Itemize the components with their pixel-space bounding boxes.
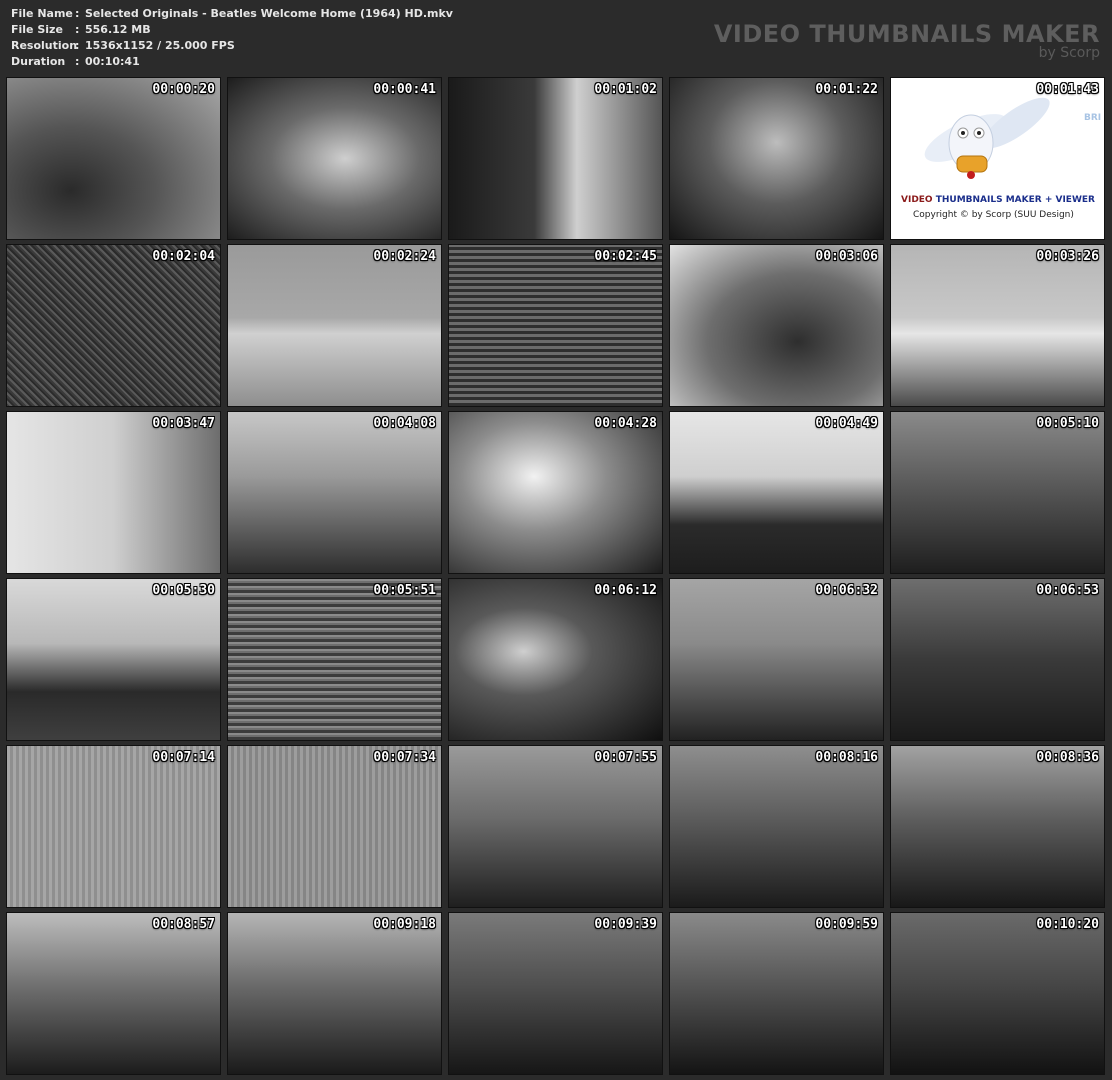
thumbnail[interactable]: 00:02:04 bbox=[6, 244, 221, 407]
timestamp: 00:06:12 bbox=[594, 583, 657, 598]
timestamp: 00:01:22 bbox=[815, 82, 878, 97]
thumbnail[interactable]: 00:04:08 bbox=[227, 411, 442, 574]
thumbnail[interactable]: 00:00:20 bbox=[6, 77, 221, 240]
thumbnail[interactable]: 00:09:59 bbox=[669, 912, 884, 1075]
separator: : bbox=[75, 39, 80, 52]
separator: : bbox=[75, 55, 80, 68]
thumbnail[interactable]: 00:08:16 bbox=[669, 745, 884, 908]
thumbnail-grid: 00:00:20 00:00:41 00:01:02 00:01:22 BRI … bbox=[6, 77, 1105, 1075]
file-name-row: File Name : Selected Originals - Beatles… bbox=[11, 6, 453, 22]
timestamp: 00:01:02 bbox=[594, 82, 657, 97]
thumbnail[interactable]: 00:03:47 bbox=[6, 411, 221, 574]
timestamp: 00:03:47 bbox=[152, 416, 215, 431]
timestamp: 00:08:16 bbox=[815, 750, 878, 765]
separator: : bbox=[75, 7, 80, 20]
resolution-row: Resolution : 1536x1152 / 25.000 FPS bbox=[11, 38, 453, 54]
timestamp: 00:06:32 bbox=[815, 583, 878, 598]
app-logo: BRI VIDEO THUMBNAILS MAKER + VIEWER Copy… bbox=[891, 78, 1104, 239]
duration-label: Duration bbox=[11, 55, 66, 68]
thumbnail[interactable]: 00:01:02 bbox=[448, 77, 663, 240]
logo-title: VIDEO THUMBNAILS MAKER + VIEWER bbox=[901, 195, 1095, 205]
thumbnail[interactable]: 00:08:36 bbox=[890, 745, 1105, 908]
timestamp: 00:07:34 bbox=[373, 750, 436, 765]
file-name-value: Selected Originals - Beatles Welcome Hom… bbox=[85, 7, 453, 20]
timestamp: 00:05:30 bbox=[152, 583, 215, 598]
thumbnail[interactable]: 00:08:57 bbox=[6, 912, 221, 1075]
timestamp: 00:04:49 bbox=[815, 416, 878, 431]
timestamp: 00:05:10 bbox=[1036, 416, 1099, 431]
thumbnail[interactable]: 00:05:30 bbox=[6, 578, 221, 741]
separator: : bbox=[75, 23, 80, 36]
thumbnail[interactable]: 00:02:45 bbox=[448, 244, 663, 407]
brand-title: VIDEO THUMBNAILS MAKER bbox=[713, 20, 1100, 48]
thumbnail[interactable]: 00:10:20 bbox=[890, 912, 1105, 1075]
file-size-label: File Size bbox=[11, 23, 63, 36]
thumbnail[interactable]: 00:04:49 bbox=[669, 411, 884, 574]
timestamp: 00:01:43 bbox=[1036, 82, 1099, 97]
timestamp: 00:05:51 bbox=[373, 583, 436, 598]
thumbnail[interactable]: 00:07:14 bbox=[6, 745, 221, 908]
brand-subtitle: by Scorp bbox=[1038, 45, 1100, 61]
timestamp: 00:02:45 bbox=[594, 249, 657, 264]
timestamp: 00:03:06 bbox=[815, 249, 878, 264]
resolution-label: Resolution bbox=[11, 39, 78, 52]
thumbnail[interactable]: 00:01:22 bbox=[669, 77, 884, 240]
timestamp: 00:04:08 bbox=[373, 416, 436, 431]
timestamp: 00:06:53 bbox=[1036, 583, 1099, 598]
duration-value: 00:10:41 bbox=[85, 55, 140, 68]
thumbnail[interactable]: 00:05:51 bbox=[227, 578, 442, 741]
file-info: File Name : Selected Originals - Beatles… bbox=[11, 6, 453, 70]
timestamp: 00:10:20 bbox=[1036, 917, 1099, 932]
timestamp: 00:09:39 bbox=[594, 917, 657, 932]
thumbnail[interactable]: 00:03:26 bbox=[890, 244, 1105, 407]
timestamp: 00:09:59 bbox=[815, 917, 878, 932]
timestamp: 00:07:55 bbox=[594, 750, 657, 765]
logo-title-part2: THUMBNAILS MAKER + VIEWER bbox=[935, 195, 1095, 205]
timestamp: 00:08:36 bbox=[1036, 750, 1099, 765]
file-size-value: 556.12 MB bbox=[85, 23, 151, 36]
timestamp: 00:02:04 bbox=[152, 249, 215, 264]
thumbnail[interactable]: 00:06:32 bbox=[669, 578, 884, 741]
thumbnail-logo[interactable]: BRI VIDEO THUMBNAILS MAKER + VIEWER Copy… bbox=[890, 77, 1105, 240]
timestamp: 00:02:24 bbox=[373, 249, 436, 264]
file-name-label: File Name bbox=[11, 7, 73, 20]
timestamp: 00:00:20 bbox=[152, 82, 215, 97]
file-size-row: File Size : 556.12 MB bbox=[11, 22, 453, 38]
thumbnail[interactable]: 00:06:12 bbox=[448, 578, 663, 741]
timestamp: 00:09:18 bbox=[373, 917, 436, 932]
brand-watermark: VIDEO THUMBNAILS MAKER by Scorp bbox=[714, 20, 1100, 60]
logo-copyright: Copyright © by Scorp (SUU Design) bbox=[913, 210, 1074, 220]
thumbnail[interactable]: 00:05:10 bbox=[890, 411, 1105, 574]
timestamp: 00:00:41 bbox=[373, 82, 436, 97]
thumbnail[interactable]: 00:04:28 bbox=[448, 411, 663, 574]
resolution-value: 1536x1152 / 25.000 FPS bbox=[85, 39, 235, 52]
thumbnail[interactable]: 00:07:55 bbox=[448, 745, 663, 908]
thumbnail[interactable]: 00:07:34 bbox=[227, 745, 442, 908]
thumbnail[interactable]: 00:09:18 bbox=[227, 912, 442, 1075]
thumbnail[interactable]: 00:02:24 bbox=[227, 244, 442, 407]
thumbnail[interactable]: 00:03:06 bbox=[669, 244, 884, 407]
logo-title-part1: VIDEO bbox=[901, 195, 936, 205]
timestamp: 00:08:57 bbox=[152, 917, 215, 932]
duration-row: Duration : 00:10:41 bbox=[11, 54, 453, 70]
timestamp: 00:03:26 bbox=[1036, 249, 1099, 264]
thumbnail[interactable]: 00:00:41 bbox=[227, 77, 442, 240]
thumbnail[interactable]: 00:06:53 bbox=[890, 578, 1105, 741]
logo-partial-text: BRI bbox=[1084, 113, 1102, 123]
timestamp: 00:07:14 bbox=[152, 750, 215, 765]
timestamp: 00:04:28 bbox=[594, 416, 657, 431]
thumbnail[interactable]: 00:09:39 bbox=[448, 912, 663, 1075]
